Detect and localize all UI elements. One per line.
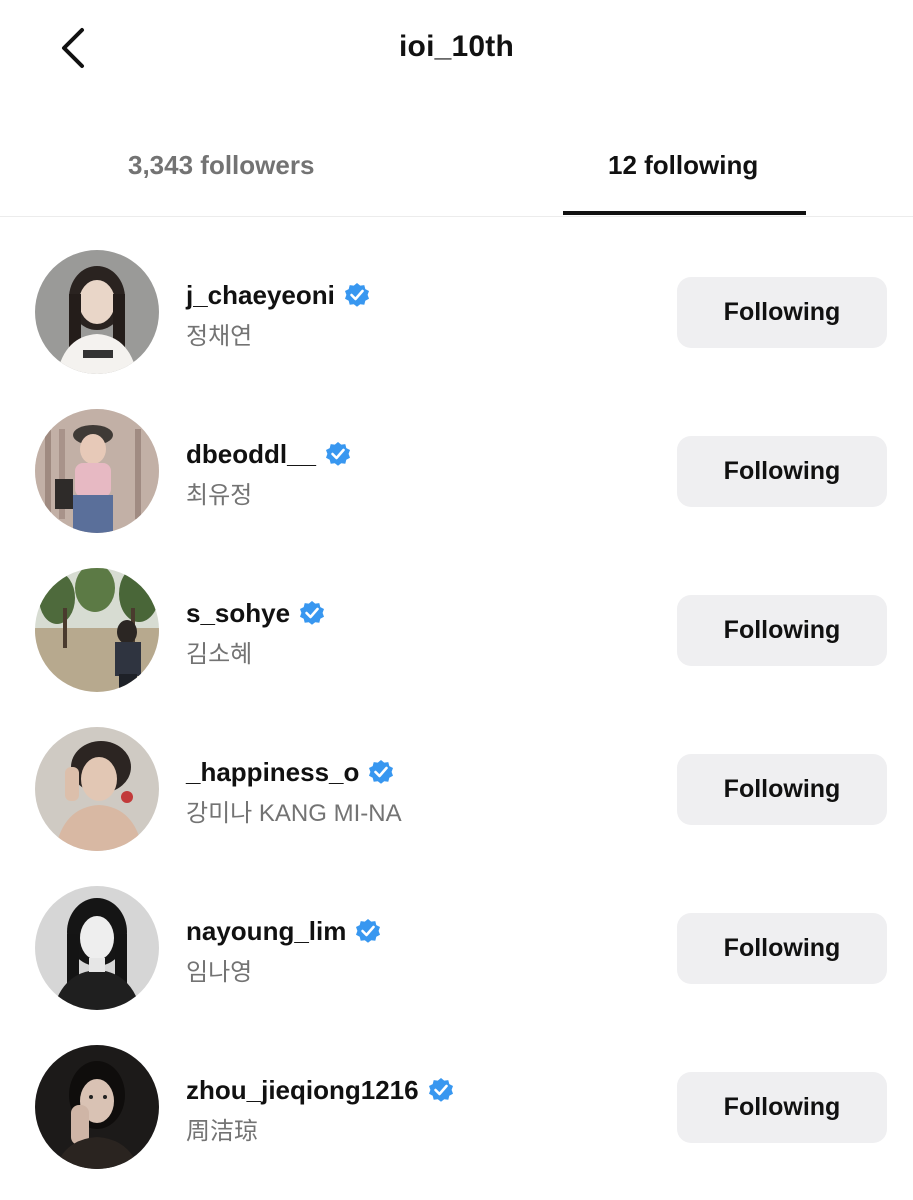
avatar[interactable] bbox=[35, 409, 159, 533]
account-info: j_chaeyeoni 정채연 bbox=[186, 278, 371, 351]
list-item: dbeoddl__ 최유정 Following bbox=[0, 391, 913, 550]
full-name: 최유정 bbox=[186, 482, 253, 509]
verified-badge-icon bbox=[427, 1076, 455, 1104]
list-item: zhou_jieqiong1216 周洁琼 Following bbox=[0, 1027, 913, 1186]
username[interactable]: j_chaeyeoni bbox=[186, 280, 335, 311]
account-info: zhou_jieqiong1216 周洁琼 bbox=[186, 1073, 455, 1146]
active-tab-indicator bbox=[563, 211, 806, 215]
full-name: 周洁琼 bbox=[186, 1118, 258, 1145]
following-button[interactable]: Following bbox=[677, 436, 887, 507]
following-button[interactable]: Following bbox=[677, 1072, 887, 1143]
following-list: j_chaeyeoni 정채연 Following dbeoddl__ 최유정 … bbox=[0, 232, 913, 1186]
username[interactable]: nayoung_lim bbox=[186, 916, 346, 947]
following-button[interactable]: Following bbox=[677, 277, 887, 348]
list-item: nayoung_lim 임나영 Following bbox=[0, 868, 913, 1027]
avatar[interactable] bbox=[35, 250, 159, 374]
list-item: j_chaeyeoni 정채연 Following bbox=[0, 232, 913, 391]
username[interactable]: zhou_jieqiong1216 bbox=[186, 1075, 419, 1106]
full-name: 김소혜 bbox=[186, 641, 253, 668]
list-item: _happiness_o 강미나 KANG MI-NA Following bbox=[0, 709, 913, 868]
full-name: 정채연 bbox=[186, 323, 253, 350]
verified-badge-icon bbox=[354, 917, 382, 945]
tab-followers[interactable]: 3,343 followers bbox=[128, 150, 314, 181]
account-info: nayoung_lim 임나영 bbox=[186, 914, 382, 987]
account-info: dbeoddl__ 최유정 bbox=[186, 437, 352, 510]
account-info: _happiness_o 강미나 KANG MI-NA bbox=[186, 755, 402, 828]
username[interactable]: s_sohye bbox=[186, 598, 290, 629]
page-title: ioi_10th bbox=[399, 30, 514, 63]
username[interactable]: _happiness_o bbox=[186, 757, 359, 788]
avatar[interactable] bbox=[35, 1045, 159, 1169]
verified-badge-icon bbox=[367, 758, 395, 786]
list-item: s_sohye 김소혜 Following bbox=[0, 550, 913, 709]
full-name: 임나영 bbox=[186, 959, 253, 986]
tab-following[interactable]: 12 following bbox=[608, 150, 758, 181]
account-info: s_sohye 김소혜 bbox=[186, 596, 326, 669]
full-name: 강미나 KANG MI-NA bbox=[186, 800, 402, 827]
verified-badge-icon bbox=[324, 440, 352, 468]
follow-tabs: 3,343 followers 12 following bbox=[0, 120, 913, 217]
username[interactable]: dbeoddl__ bbox=[186, 439, 316, 470]
following-button[interactable]: Following bbox=[677, 754, 887, 825]
following-button[interactable]: Following bbox=[677, 595, 887, 666]
avatar[interactable] bbox=[35, 727, 159, 851]
top-bar: ioi_10th bbox=[0, 0, 913, 100]
avatar[interactable] bbox=[35, 568, 159, 692]
following-button[interactable]: Following bbox=[677, 913, 887, 984]
verified-badge-icon bbox=[343, 281, 371, 309]
avatar[interactable] bbox=[35, 886, 159, 1010]
verified-badge-icon bbox=[298, 599, 326, 627]
